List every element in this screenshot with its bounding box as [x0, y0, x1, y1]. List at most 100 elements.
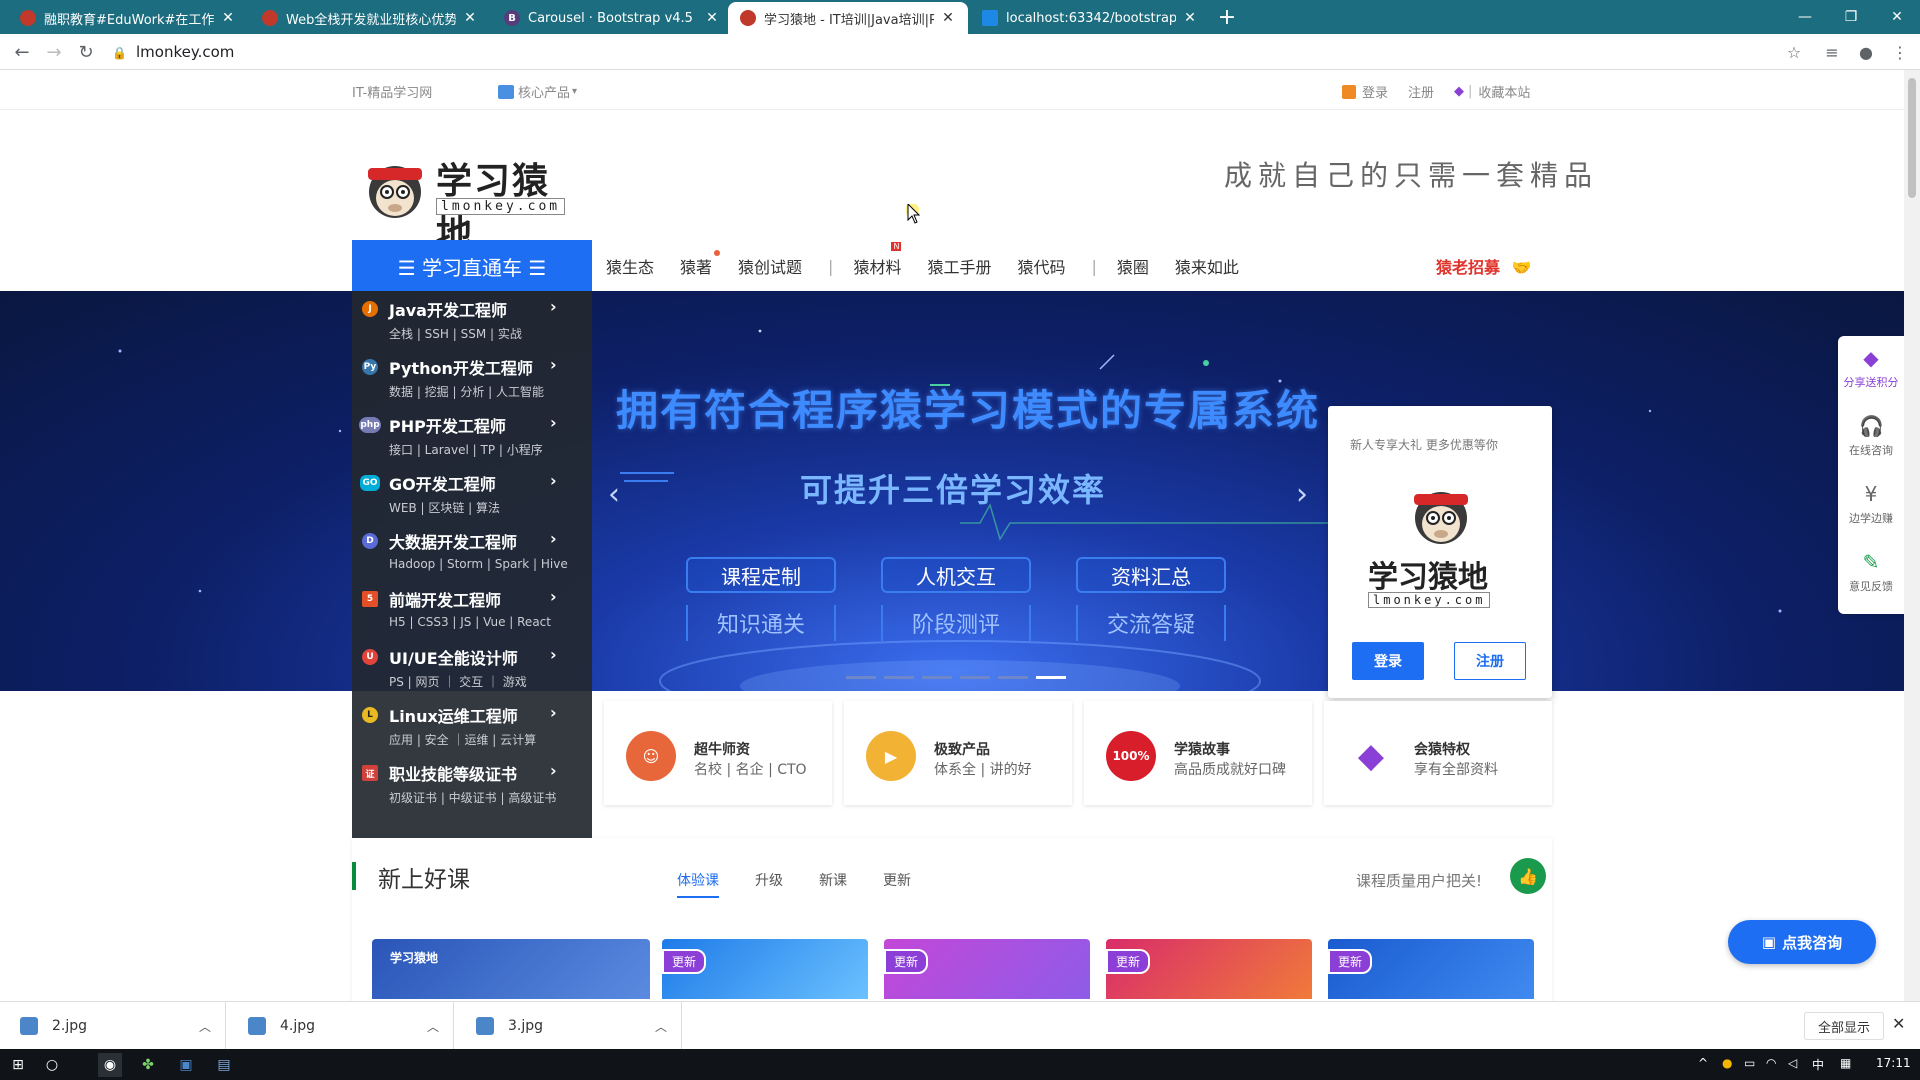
nav-item-materials[interactable]: 猿材料 N [853, 242, 901, 278]
back-icon[interactable]: ← [10, 40, 34, 64]
close-icon[interactable]: ✕ [220, 10, 236, 26]
tab-upgrade[interactable]: 升级 [755, 870, 783, 898]
topbar-login-link[interactable]: 登录 [1342, 82, 1388, 101]
tray-chevron-icon[interactable]: ^ [1698, 1056, 1708, 1070]
nav-item-handbook[interactable]: 猿工手册 [927, 254, 991, 278]
chevron-up-icon[interactable]: ︿ [655, 1018, 667, 1035]
nav-item-exams[interactable]: 猿创试题 [738, 254, 802, 278]
nav-item-circle[interactable]: 猿圈 [1117, 254, 1149, 278]
search-icon[interactable]: ○ [40, 1053, 64, 1077]
course-card[interactable]: 学习猿地 [372, 939, 650, 999]
close-icon[interactable]: ✕ [1892, 1014, 1905, 1033]
recruit-link[interactable]: 猿老招募 🤝 [1436, 254, 1532, 278]
window-close-button[interactable]: ✕ [1874, 0, 1920, 34]
app-clover-icon[interactable]: ✤ [136, 1053, 160, 1077]
feature-card-teachers[interactable]: ☺ 超牛师资 名校 | 名企 | CTO [604, 701, 832, 805]
carousel-indicator-active[interactable] [1036, 676, 1066, 679]
learn-earn-button[interactable]: ¥ 边学边赚 [1838, 472, 1904, 540]
chevron-up-icon[interactable]: ︿ [199, 1018, 211, 1035]
network-icon[interactable]: ◠ [1766, 1056, 1776, 1070]
reload-icon[interactable]: ↻ [74, 40, 98, 64]
profile-avatar-icon[interactable]: ● [1854, 40, 1878, 64]
chrome-taskbar-icon[interactable]: ◉ [98, 1053, 122, 1077]
carousel-indicator[interactable] [922, 676, 952, 679]
hero-carousel[interactable]: 拥有符合程序猿学习模式的专属系统 可提升三倍学习效率 课程定制 人机交互 资料汇… [0, 291, 1904, 691]
browser-tab[interactable]: Web全栈开发就业班核心优势#融 ✕ [250, 2, 490, 34]
download-item[interactable]: 4.jpg ︿ [228, 1002, 454, 1050]
input-method-indicator[interactable]: 中 [1812, 1056, 1824, 1073]
close-icon[interactable]: ✕ [1182, 10, 1198, 26]
study-express-button[interactable]: ☰ 学习直通车 ☰ [352, 240, 592, 292]
tab-updated[interactable]: 更新 [883, 870, 911, 898]
course-card[interactable]: 更新 [1328, 939, 1534, 999]
carousel-indicator[interactable] [998, 676, 1028, 679]
browser-tab-active[interactable]: 学习猿地 - IT培训|Java培训|Pyth ✕ [728, 2, 968, 34]
online-consult-button[interactable]: 🎧 在线咨询 [1838, 404, 1904, 472]
nav-label: 猿著 [680, 258, 713, 277]
taskbar-clock[interactable]: 17:11 [1876, 1056, 1911, 1070]
close-icon[interactable]: ✕ [462, 10, 478, 26]
core-products-dropdown[interactable]: 核心产品 ▾ [498, 82, 577, 101]
app-window-icon[interactable]: ▣ [174, 1053, 198, 1077]
menu-kebab-icon[interactable]: ⋮ [1888, 40, 1912, 64]
webstorm-taskbar-icon[interactable]: ▤ [212, 1053, 236, 1077]
page-scrollbar[interactable] [1904, 70, 1920, 1001]
tab-trial[interactable]: 体验课 [677, 870, 719, 898]
nav-item-ecosystem[interactable]: 猿生态 [606, 254, 654, 278]
browser-tab[interactable]: B Carousel · Bootstrap v4.5 ✕ [492, 2, 732, 34]
nav-item-writings[interactable]: 猿著 [680, 250, 721, 278]
close-icon[interactable]: ✕ [940, 10, 956, 26]
carousel-indicator[interactable] [884, 676, 914, 679]
nav-item-about[interactable]: 猿来如此 [1175, 254, 1239, 278]
topbar-favorite-link[interactable]: ◆ | 收藏本站 [1454, 82, 1530, 101]
category-item-certificate[interactable]: 证 职业技能等级证书 初级证书 | 中级证书 | 高级证书 › [352, 755, 592, 813]
card-register-button[interactable]: 注册 [1454, 642, 1526, 680]
share-points-button[interactable]: ◆ 分享送积分 [1838, 336, 1904, 404]
maximize-button[interactable]: ❐ [1828, 0, 1874, 34]
site-logo[interactable]: 学习猿地 lmonkey.com [362, 148, 582, 254]
media-control-icon[interactable]: ≡ [1820, 40, 1844, 64]
course-card[interactable]: 更新 [884, 939, 1090, 999]
feedback-button[interactable]: ✎ 意见反馈 [1838, 540, 1904, 608]
card-login-button[interactable]: 登录 [1352, 642, 1424, 680]
category-item-uiue[interactable]: U UI/UE全能设计师 PS | 网页 ｜ 交互 ｜ 游戏 › [352, 639, 592, 697]
close-icon[interactable]: ✕ [704, 10, 720, 26]
category-item-frontend[interactable]: 5 前端开发工程师 H5 | CSS3 | JS | Vue | React › [352, 581, 592, 639]
carousel-next-icon[interactable]: › [1296, 477, 1308, 512]
feature-card-products[interactable]: ▶ 极致产品 体系全 | 讲的好 [844, 701, 1072, 805]
download-item[interactable]: 2.jpg ︿ [0, 1002, 226, 1050]
new-tab-button[interactable]: + [1215, 5, 1239, 30]
chevron-up-icon[interactable]: ︿ [427, 1018, 439, 1035]
category-item-python[interactable]: Py Python开发工程师 数据 | 挖掘 | 分析 | 人工智能 › [352, 349, 592, 407]
course-card[interactable]: 更新 [1106, 939, 1312, 999]
category-item-php[interactable]: php PHP开发工程师 接口 | Laravel | TP | 小程序 › [352, 407, 592, 465]
feature-card-privileges[interactable]: ◆ 会猿特权 享有全部资料 [1324, 701, 1552, 805]
carousel-prev-icon[interactable]: ‹ [608, 477, 620, 512]
category-item-java[interactable]: J Java开发工程师 全栈 | SSH | SSM | 实战 › [352, 291, 592, 349]
battery-icon[interactable]: ▭ [1744, 1056, 1755, 1070]
download-item[interactable]: 3.jpg ︿ [456, 1002, 682, 1050]
course-card[interactable]: 更新 [662, 939, 868, 999]
forward-icon[interactable]: → [42, 40, 66, 64]
show-all-downloads-button[interactable]: 全部显示 [1804, 1012, 1884, 1040]
scrollbar-thumb[interactable] [1908, 78, 1916, 198]
feature-card-stories[interactable]: 100% 学猿故事 高品质成就好口碑 [1084, 701, 1312, 805]
browser-tab[interactable]: localhost:63342/bootstrap/23 ✕ [970, 2, 1210, 34]
keyboard-layout-icon[interactable]: ▦ [1840, 1056, 1851, 1070]
tray-app-icon[interactable]: ● [1722, 1056, 1732, 1070]
volume-icon[interactable]: ◁ [1788, 1056, 1797, 1070]
carousel-indicator[interactable] [846, 676, 876, 679]
minimize-button[interactable]: — [1782, 0, 1828, 34]
consult-button[interactable]: ▣ 点我咨询 [1728, 920, 1876, 964]
category-item-go[interactable]: GO GO开发工程师 WEB | 区块链 | 算法 › [352, 465, 592, 523]
address-bar[interactable]: 🔒 lmonkey.com [112, 38, 1792, 66]
carousel-indicator[interactable] [960, 676, 990, 679]
category-item-linux[interactable]: L Linux运维工程师 应用 | 安全 ｜运维 | 云计算 › [352, 697, 592, 755]
bookmark-star-icon[interactable]: ☆ [1782, 40, 1806, 64]
category-item-bigdata[interactable]: D 大数据开发工程师 Hadoop | Storm | Spark | Hive… [352, 523, 592, 581]
nav-item-code[interactable]: 猿代码 [1017, 254, 1065, 278]
windows-start-icon[interactable]: ⊞ [6, 1053, 30, 1077]
browser-tab[interactable]: 融职教育#EduWork#在工作中学 ✕ [8, 2, 248, 34]
tab-new[interactable]: 新课 [819, 870, 847, 898]
topbar-register-link[interactable]: 注册 [1408, 82, 1434, 101]
